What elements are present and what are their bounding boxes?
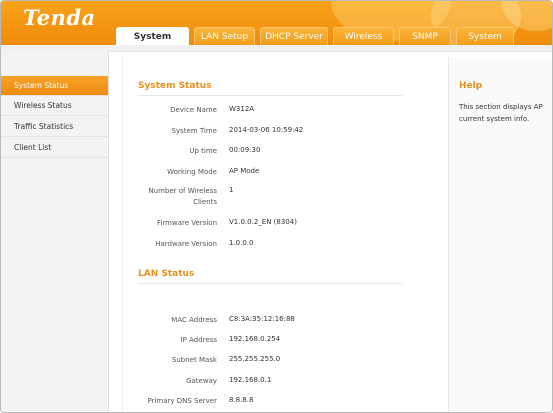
help-panel: Help This section displays AP current sy… [448, 57, 552, 412]
sidebar-item-system-status[interactable]: System Status [1, 76, 108, 96]
sidebar-item-traffic-statistics[interactable]: Traffic Statistics [1, 117, 108, 137]
wireless-clients-value: 1 [229, 186, 234, 194]
lan-status-heading: LAN Status [138, 269, 195, 279]
up-time-label: Up time [189, 147, 217, 155]
system-status-heading: System Status [138, 81, 212, 91]
router-admin-window: Tenda System Status LAN Setup DHCP Serve… [0, 0, 553, 413]
ip-address-value: 192.168.0.254 [229, 335, 281, 343]
wireless-clients-label: Number of Wireless Clients [148, 187, 217, 206]
tab-dhcp-server[interactable]: DHCP Server [260, 27, 328, 45]
gateway-value: 192.168.0.1 [229, 376, 272, 384]
mac-address-value: C8:3A:35:12:16:88 [229, 315, 295, 323]
sidebar-item-wireless-status[interactable]: Wireless Status [1, 96, 108, 116]
firmware-version-value: V1.0.0.2_EN (8304) [229, 218, 297, 226]
help-heading: Help [459, 81, 483, 91]
tab-lan-setup[interactable]: LAN Setup [194, 27, 255, 45]
mac-address-label: MAC Address [171, 316, 217, 324]
system-time-label: System Time [171, 127, 217, 135]
device-name-value: W312A [229, 105, 255, 113]
subnet-mask-label: Subnet Mask [171, 356, 217, 364]
header-bar: Tenda System Status LAN Setup DHCP Serve… [1, 1, 552, 45]
firmware-version-label: Firmware Version [156, 219, 217, 227]
primary-dns-value: 8.8.8.8 [229, 396, 254, 404]
subnet-mask-value: 255.255.255.0 [229, 355, 281, 363]
main-content: System Status Device Name W312A System T… [122, 57, 447, 412]
sidebar: System Status Wireless Status Traffic St… [1, 51, 109, 412]
ip-address-label: IP Address [180, 336, 217, 344]
working-mode-label: Working Mode [167, 168, 217, 176]
tab-wireless[interactable]: Wireless [333, 27, 394, 45]
section-divider [138, 95, 403, 96]
device-name-label: Device Name [170, 106, 217, 114]
tab-system-status[interactable]: System Status [116, 27, 189, 45]
gateway-label: Gateway [186, 377, 217, 385]
tab-snmp[interactable]: SNMP [399, 27, 451, 45]
section-divider [138, 283, 403, 284]
system-time-value: 2014-03-06 10:59:42 [229, 126, 304, 134]
tab-system[interactable]: System [456, 27, 514, 45]
tenda-logo: Tenda [23, 5, 96, 30]
hardware-version-label: Hardware Version [155, 240, 217, 248]
working-mode-value: AP Mode [229, 167, 260, 175]
primary-dns-label: Primary DNS Server [147, 397, 217, 405]
up-time-value: 00:09:30 [229, 146, 261, 154]
sidebar-item-client-list[interactable]: Client List [1, 138, 108, 158]
help-text: This section displays AP current system … [459, 103, 543, 123]
hardware-version-value: 1.0.0.0 [229, 239, 254, 247]
